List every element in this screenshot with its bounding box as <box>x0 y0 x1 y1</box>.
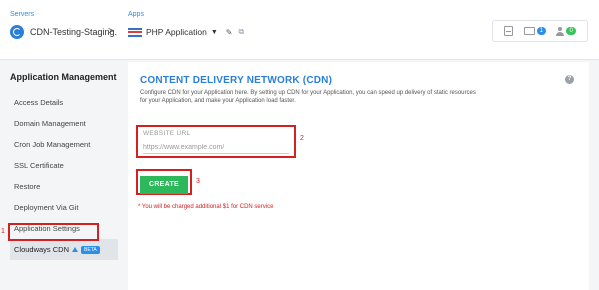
server-logo-icon <box>10 25 24 39</box>
apps-label: Apps <box>128 11 144 18</box>
app-selector[interactable]: PHP Application ▼ ✎ ⧉ <box>128 25 244 39</box>
top-bar: Servers CDN-Testing-Staging. > Apps PHP … <box>0 0 599 60</box>
cdn-card: CONTENT DELIVERY NETWORK (CDN) Configure… <box>128 62 589 290</box>
sidebar-item-access-details[interactable]: Access Details <box>10 92 118 113</box>
breadcrumb-separator-icon: > <box>108 26 114 37</box>
person-icon <box>556 26 565 36</box>
sidebar-title: Application Management <box>10 72 117 82</box>
create-button[interactable]: CREATE <box>140 175 188 194</box>
sidebar-item-domain-management[interactable]: Domain Management <box>10 113 118 134</box>
team-count-badge: 0 <box>566 27 576 35</box>
sidebar-item-cron-job-management[interactable]: Cron Job Management <box>10 134 118 155</box>
website-url-input[interactable] <box>143 142 289 154</box>
annotation-number-2: 2 <box>300 135 304 142</box>
sidebar-item-label: Cloudways CDN <box>14 245 70 254</box>
sidebar-item-cloudways-cdn[interactable]: Cloudways CDN BETA <box>10 239 118 260</box>
website-url-label: WEBSITE URL <box>143 130 191 137</box>
annotation-number-1: 1 <box>1 228 5 235</box>
folder-icon <box>523 27 535 35</box>
sidebar-item-ssl-certificate[interactable]: SSL Certificate <box>10 155 118 176</box>
website-url-field: WEBSITE URL <box>136 125 296 158</box>
server-stack-icon <box>504 26 514 36</box>
page-title: CONTENT DELIVERY NETWORK (CDN) <box>140 75 333 86</box>
page-description: Configure CDN for your Application here.… <box>140 90 476 104</box>
server-selector[interactable]: CDN-Testing-Staging. <box>10 24 117 40</box>
team-widget[interactable]: 0 <box>556 26 576 36</box>
help-icon[interactable]: ? <box>565 75 574 84</box>
top-right-widget: 1 0 <box>492 20 588 42</box>
annotation-number-3: 3 <box>196 178 200 185</box>
app-name: PHP Application <box>146 27 207 37</box>
sidebar-item-deployment-via-git[interactable]: Deployment Via Git <box>10 197 118 218</box>
projects-widget[interactable]: 1 <box>523 27 546 35</box>
server-name: CDN-Testing-Staging. <box>30 27 118 37</box>
annotation-highlight-cdn <box>8 223 99 241</box>
annotation-highlight-create: CREATE <box>136 169 192 195</box>
sidebar-item-restore[interactable]: Restore <box>10 176 118 197</box>
cdn-charge-note: * You will be charged additional $1 for … <box>138 204 274 210</box>
projects-count-badge: 1 <box>536 27 546 35</box>
servers-widget[interactable] <box>504 26 514 36</box>
external-link-icon[interactable]: ⧉ <box>238 27 244 37</box>
chevron-down-icon[interactable]: ▼ <box>211 29 218 36</box>
php-app-icon <box>128 27 142 37</box>
cdn-arrow-icon <box>72 246 79 252</box>
servers-label: Servers <box>10 11 35 18</box>
beta-badge: BETA <box>81 246 100 254</box>
pencil-icon[interactable]: ✎ <box>226 28 233 37</box>
